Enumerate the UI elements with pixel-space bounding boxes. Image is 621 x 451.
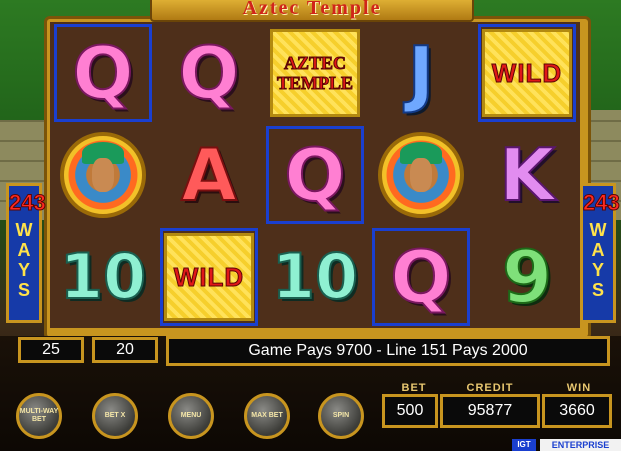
bet-meter: 500 [382, 394, 438, 428]
multi-way-bet-label: MULTI-WAY BET [19, 408, 59, 423]
bet-x-button[interactable]: BET X [92, 393, 138, 439]
symbol-cell: Q [54, 24, 152, 122]
message-bar: Game Pays 9700 - Line 151 Pays 2000 [166, 336, 610, 366]
bet-x-label: BET X [104, 412, 126, 419]
symbol-cell: A [160, 126, 258, 224]
win-value: 3660 [559, 402, 595, 419]
ways-word-left: WAYS [14, 220, 34, 300]
wild-symbol: WILD [482, 29, 572, 117]
symbol-cell [54, 126, 152, 224]
reel-2: Q A WILD [158, 22, 260, 328]
symbol-j: J [407, 31, 436, 115]
spin-button[interactable]: SPIN [318, 393, 364, 439]
symbol-cell: 10 [54, 228, 152, 326]
spin-label: SPIN [332, 412, 350, 419]
reel-1: Q 10 [52, 22, 154, 328]
symbol-k: K [498, 133, 556, 217]
reel-area: Q 10 Q A WILD AZTEC TEMPLE Q 10 J Q WILD K 9 [50, 22, 580, 328]
bet-per-line-value: 20 [116, 341, 134, 358]
win-label: WIN [566, 382, 592, 394]
credit-meter: 95877 [440, 394, 540, 428]
symbol-q: Q [177, 31, 240, 115]
win-meter: 3660 [542, 394, 612, 428]
bet-per-line-display: 20 [92, 337, 158, 363]
symbol-cell: K [478, 126, 576, 224]
lines-display: 25 [18, 337, 84, 363]
win-message: Game Pays 9700 - Line 151 Pays 2000 [248, 342, 528, 359]
symbol-9: 9 [501, 235, 553, 319]
symbol-cell: Q [160, 24, 258, 122]
symbol-q: Q [389, 235, 452, 319]
credit-value: 95877 [467, 402, 513, 419]
symbol-a: A [180, 133, 238, 217]
symbol-cell: J [372, 24, 470, 122]
aztec-princess-symbol [378, 132, 464, 218]
aztec-temple-logo-symbol: AZTEC TEMPLE [270, 29, 360, 117]
lines-value: 25 [42, 341, 60, 358]
wild-symbol: WILD [164, 233, 254, 321]
symbol-cell: Q [372, 228, 470, 326]
symbol-cell: WILD [160, 228, 258, 326]
wild-text: WILD [173, 261, 245, 292]
reel-5: WILD K 9 [476, 22, 578, 328]
symbol-cell: 9 [478, 228, 576, 326]
reel-3: AZTEC TEMPLE Q 10 [264, 22, 366, 328]
menu-button[interactable]: MENU [168, 393, 214, 439]
symbol-10: 10 [271, 240, 359, 313]
bet-label: BET [401, 382, 427, 394]
game-title: Aztec Temple [242, 0, 382, 19]
multi-way-bet-button[interactable]: MULTI-WAY BET [16, 393, 62, 439]
ways-number-left: 243 [9, 190, 47, 216]
game-title-banner: Aztec Temple [150, 0, 474, 22]
symbol-q: Q [71, 31, 134, 115]
logo-text: AZTEC TEMPLE [276, 53, 353, 94]
aztec-warrior-symbol [60, 132, 146, 218]
symbol-cell: AZTEC TEMPLE [266, 24, 364, 122]
ways-badge-left: 243 WAYS [6, 183, 47, 323]
max-bet-button[interactable]: MAX BET [244, 393, 290, 439]
max-bet-label: MAX BET [251, 412, 283, 419]
igt-badge: IGT [512, 439, 536, 451]
symbol-cell: WILD [478, 24, 576, 122]
enterprise-logo: ENTERPRISE [540, 439, 621, 451]
symbol-10: 10 [59, 240, 147, 313]
bet-value: 500 [396, 402, 424, 419]
wild-text: WILD [491, 57, 563, 88]
reel-4: JQ [370, 22, 472, 328]
symbol-cell: 10 [266, 228, 364, 326]
credit-label: CREDIT [466, 382, 514, 394]
symbol-cell [372, 126, 470, 224]
face-icon [410, 158, 432, 192]
face-icon [92, 158, 114, 192]
symbol-cell: Q [266, 126, 364, 224]
symbol-q: Q [283, 133, 346, 217]
ways-number-right: 243 [583, 190, 621, 216]
ways-badge-right: 243 WAYS [580, 183, 621, 323]
menu-label: MENU [180, 412, 202, 419]
ways-word-right: WAYS [588, 220, 608, 300]
